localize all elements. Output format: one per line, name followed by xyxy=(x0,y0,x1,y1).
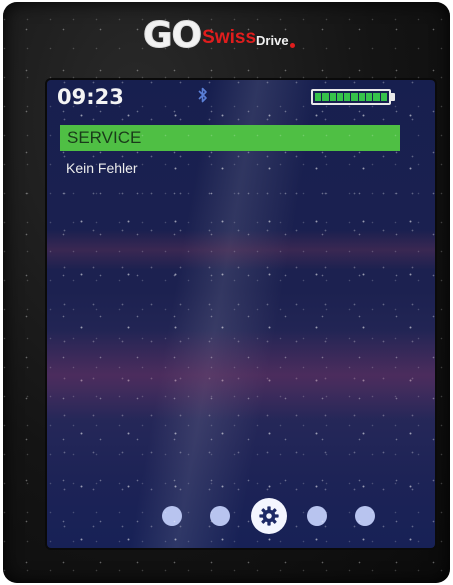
status-bar: 09:23 xyxy=(47,80,435,118)
display-screen: 09:23 SERVICE Kein Fehler xyxy=(47,80,435,548)
nav-settings-button[interactable] xyxy=(251,498,287,534)
nav-dot-4[interactable] xyxy=(307,506,327,526)
bluetooth-icon xyxy=(198,87,207,103)
battery-tip xyxy=(391,93,395,101)
status-message: Kein Fehler xyxy=(66,160,138,176)
battery-segment xyxy=(322,93,329,101)
battery-segment xyxy=(315,93,322,101)
page-title: SERVICE xyxy=(67,128,142,147)
battery-indicator xyxy=(311,89,391,105)
nav-dot-1[interactable] xyxy=(162,506,182,526)
battery-segment xyxy=(380,93,387,101)
nav-dot-5[interactable] xyxy=(355,506,375,526)
nav-dot-2[interactable] xyxy=(210,506,230,526)
brand-swiss: Swiss xyxy=(202,27,257,48)
battery-segment xyxy=(351,93,358,101)
battery-segment xyxy=(344,93,351,101)
battery-segment xyxy=(329,93,336,101)
device-frame: GO Swiss Drive 09:23 SERVICE Kein Fehler xyxy=(3,2,450,583)
page-navigation xyxy=(47,498,435,538)
gear-icon xyxy=(259,506,279,526)
brand-go: GO xyxy=(142,15,202,56)
battery-segment xyxy=(366,93,373,101)
service-header: SERVICE xyxy=(60,125,400,151)
clock: 09:23 xyxy=(57,85,124,109)
battery-segment xyxy=(373,93,380,101)
battery-segment xyxy=(358,93,366,101)
battery-segment xyxy=(336,93,344,101)
brand-dot xyxy=(289,43,295,48)
brand-drive: Drive xyxy=(256,33,289,48)
brand-logo: GO Swiss Drive xyxy=(142,14,295,56)
